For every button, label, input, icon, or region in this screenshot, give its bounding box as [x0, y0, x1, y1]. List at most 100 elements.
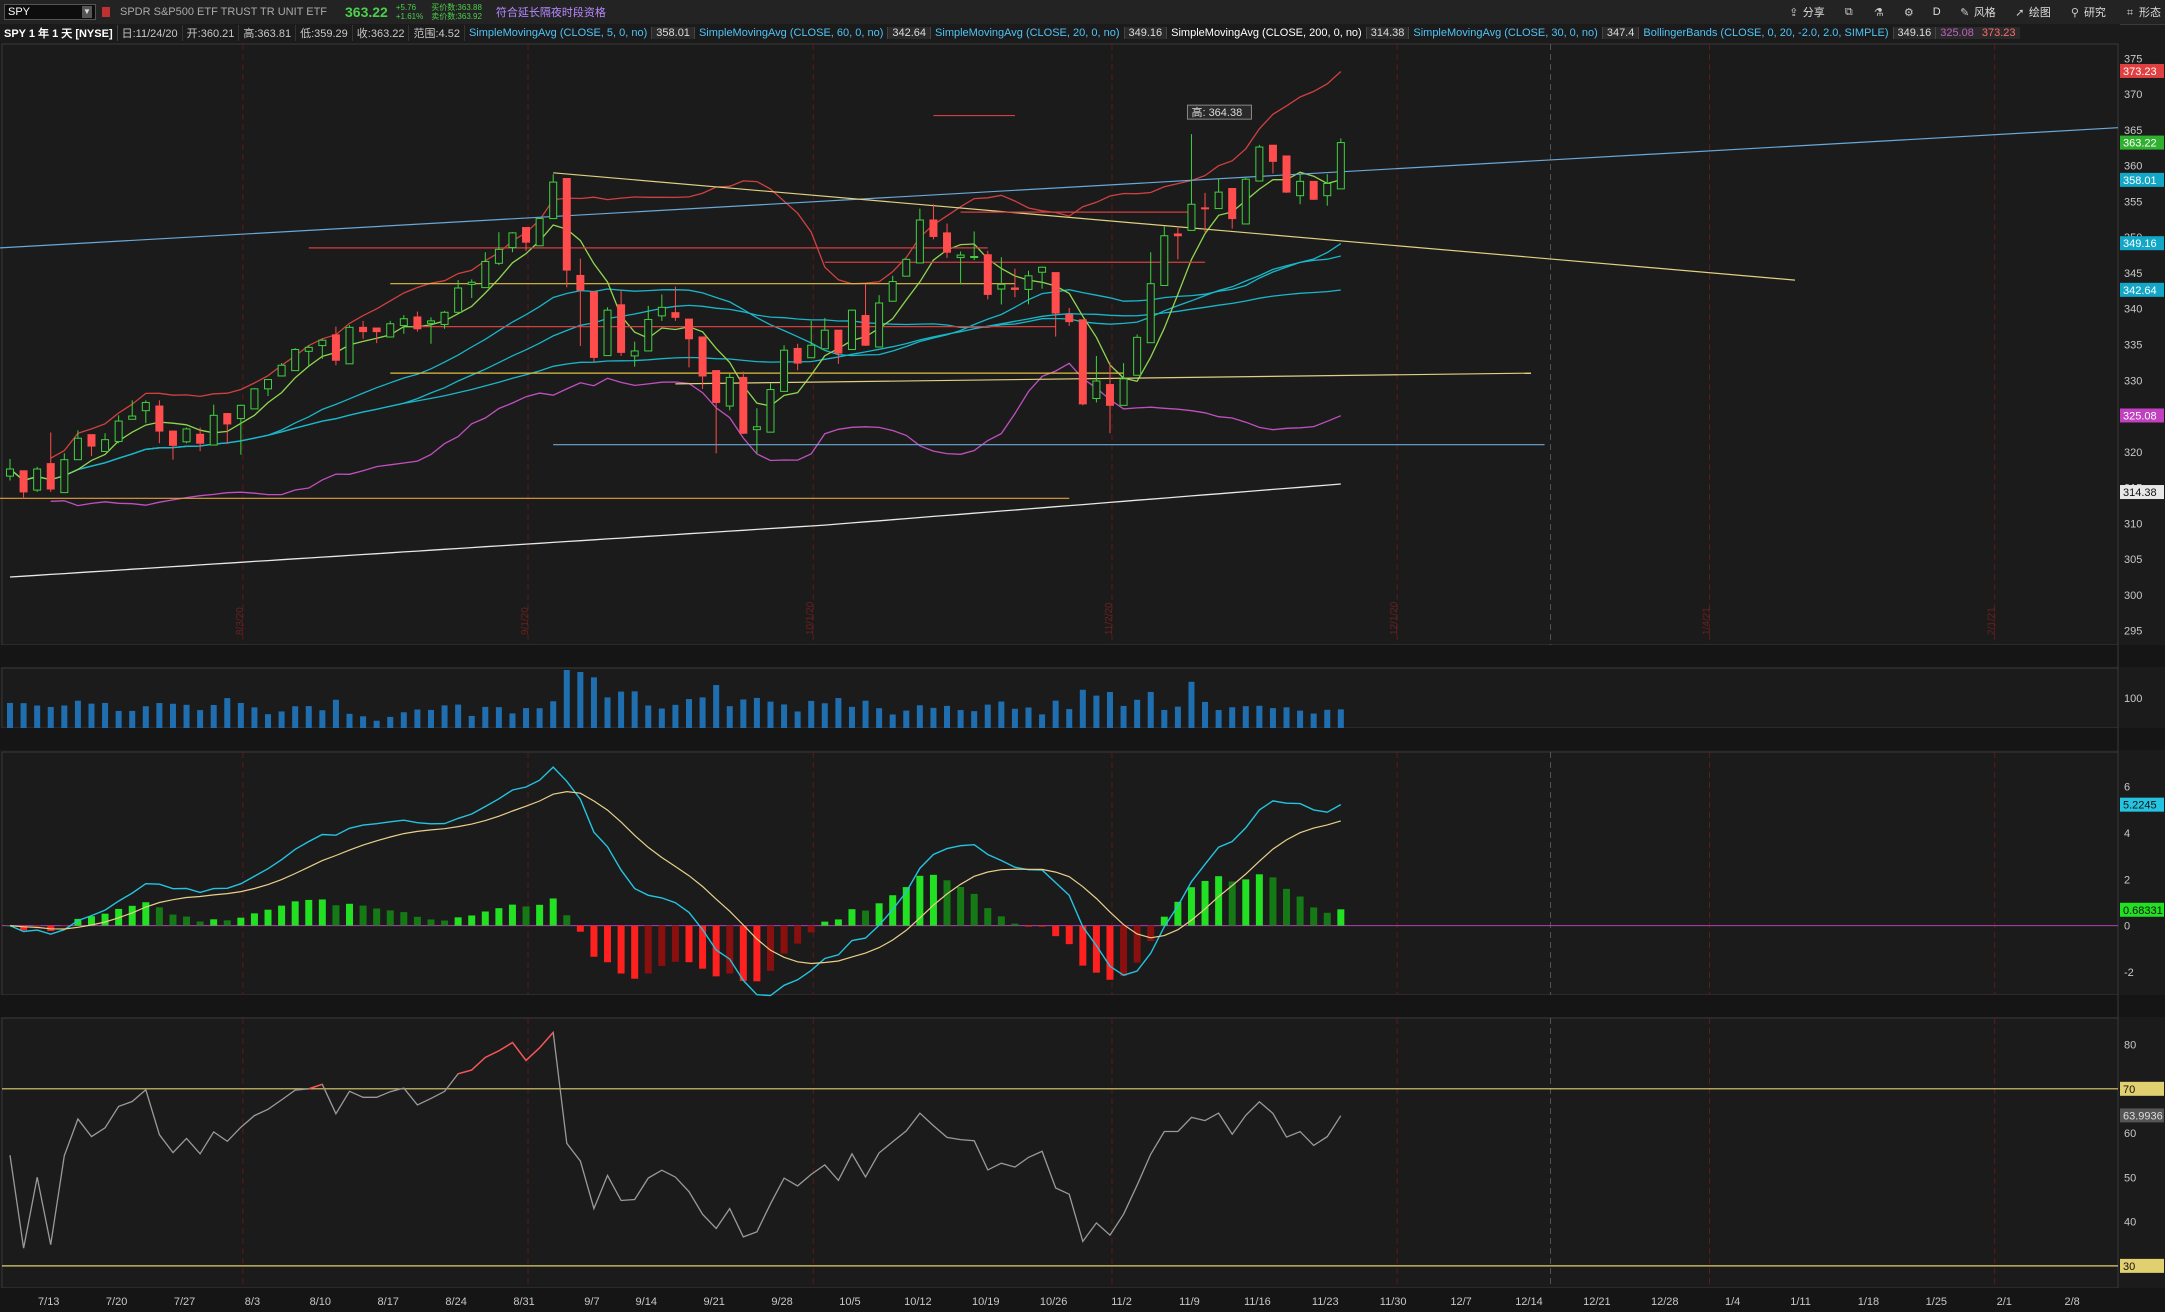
chart-type-icon: ⧉ [1844, 5, 1853, 18]
panel-separator [0, 995, 2165, 1017]
macd-histogram-bar [590, 925, 598, 957]
price-tick-label: 300 [2124, 590, 2142, 602]
macd-histogram-bar [359, 905, 367, 926]
x-axis-label: 7/27 [174, 1296, 195, 1308]
draw-button[interactable]: ➚ 绘图 [2014, 4, 2051, 20]
candle-body [1133, 336, 1142, 376]
symbol-input[interactable]: SPY ▼ [4, 4, 96, 20]
candle-body [1268, 144, 1277, 162]
pattern-icon: ⌗ [2126, 7, 2134, 19]
macd-histogram-bar [495, 908, 503, 926]
macd-histogram-bar [644, 925, 652, 974]
macd-axis-label: -2 [2124, 967, 2134, 979]
volume-bar [1174, 706, 1181, 728]
macd-histogram-bar [929, 874, 937, 926]
volume-bar [590, 677, 597, 728]
candle-body [73, 437, 82, 461]
month-date-label: 1/4/21 [1702, 607, 1713, 635]
timeframe-button[interactable]: D [1933, 6, 1941, 18]
candle-body [481, 261, 490, 289]
sma5-value: 358.01 [651, 27, 695, 39]
rsi-tag [2120, 1081, 2164, 1096]
x-axis-label: 9/7 [584, 1296, 599, 1308]
macd-histogram-bar [726, 925, 734, 974]
volume-bar [115, 710, 122, 728]
info-icon[interactable]: ! [6, 49, 20, 63]
macd-histogram-bar [115, 908, 123, 926]
macd-tag-label: 5.2245 [2123, 800, 2157, 812]
rsi-overbought-segment [308, 1083, 323, 1090]
link-color-icon[interactable] [102, 7, 110, 17]
volume-bar [930, 707, 937, 728]
candle-body [155, 405, 164, 432]
macd-histogram-bar [549, 898, 557, 926]
sma5-label[interactable]: SimpleMovingAvg (CLOSE, 5, 0, no) [465, 27, 651, 39]
candle-body [752, 426, 761, 431]
sma30-label[interactable]: SimpleMovingAvg (CLOSE, 30, 0, no) [1409, 27, 1601, 39]
bollinger-label[interactable]: BollingerBands (CLOSE, 0, 20, -2.0, 2.0,… [1639, 27, 1892, 39]
macd-histogram-bar [631, 925, 639, 979]
price-tag [2120, 408, 2164, 423]
macd-histogram-bar [210, 919, 218, 926]
sma200-label[interactable]: SimpleMovingAvg (CLOSE, 200, 0, no) [1167, 27, 1366, 39]
macd-histogram-bar [916, 875, 924, 926]
price-chart[interactable]: 8/3/20 9/1/20 10/1/20 11/2/20 12/1/20 1/4/21 2… [0, 0, 2165, 1312]
pattern-button[interactable]: ⌗ 形态 [2124, 4, 2161, 20]
sma20-label[interactable]: SimpleMovingAvg (CLOSE, 20, 0, no) [931, 27, 1123, 39]
macd-histogram-bar [33, 925, 41, 929]
x-axis-label: 1/25 [1926, 1296, 1947, 1308]
style-button[interactable]: ✎ 风格 [1959, 4, 1996, 20]
macd-histogram-bar [699, 925, 707, 969]
spdr-watermark: SPDRs [14, 76, 106, 106]
study-button[interactable]: ⚲ 研究 [2069, 4, 2106, 20]
volume-bar [658, 708, 665, 728]
volume-value: 62,103,780 [44, 651, 100, 663]
candle-body [820, 329, 829, 350]
macd-histogram-bar [889, 895, 897, 926]
x-axis-label: 8/31 [513, 1296, 534, 1308]
settings-button[interactable]: ⚙ [1903, 6, 1915, 19]
share-button[interactable]: ⇪ 分享 [1788, 4, 1825, 20]
rsi-line [9, 1030, 1342, 1249]
flask-button[interactable]: ⚗ [1873, 6, 1885, 19]
macd-histogram-bar [400, 912, 408, 926]
volume-panel-label[interactable]: 成交量 62,103,780 [0, 649, 105, 665]
macd-histogram-bar [984, 908, 992, 926]
bollinger-upper-line [50, 71, 1342, 459]
price-tag-label: 349.16 [2123, 238, 2157, 250]
rsi-panel-label[interactable]: RSI (14, 70, 30, CLOSE, WILDERS, no) 63.… [0, 1000, 280, 1016]
price-tick-label: 360 [2124, 161, 2142, 173]
bar-open: 开:360.21 [183, 25, 240, 41]
volume-bar [781, 704, 788, 728]
rsi-os: 70 [261, 1002, 275, 1014]
price-panel-frame [1, 43, 2119, 646]
volume-bar [1242, 706, 1249, 728]
chart-symbol-label[interactable]: SPY 1 年 1 天 [NYSE] [0, 25, 118, 41]
volume-bar [1202, 701, 1209, 728]
macd-histogram-bar [712, 925, 720, 977]
candle-body [902, 258, 911, 277]
candle-body [807, 344, 816, 359]
volume-bar [1229, 707, 1236, 728]
macd-histogram-bar [74, 918, 82, 926]
ext-hours-badge: 符合延长隔夜时段资格 [495, 7, 606, 19]
macd-histogram-bar [1255, 874, 1263, 926]
candle-body [943, 232, 952, 253]
macd-tag [2120, 902, 2164, 917]
symbol-dropdown-icon[interactable]: ▼ [82, 6, 92, 18]
last-price: 363.22 [345, 4, 388, 20]
candle-body [1201, 207, 1210, 210]
volume-bar [835, 698, 842, 728]
x-axis-label: 10/12 [904, 1296, 932, 1308]
volume-bar [821, 703, 828, 728]
candle-body [630, 350, 639, 357]
chart-type-button[interactable]: ⧉ [1843, 6, 1855, 19]
panel-separator [0, 645, 2165, 667]
sma60-label[interactable]: SimpleMovingAvg (CLOSE, 60, 0, no) [695, 27, 887, 39]
volume-bar [889, 714, 896, 728]
volume-bar [971, 711, 978, 728]
volume-bar [74, 700, 81, 728]
macd-histogram-bar [1310, 907, 1318, 926]
rsi-tag-label: 30 [2123, 1261, 2135, 1273]
macd-panel-label[interactable]: MACD (12, 26, 9, EXPONENTIAL, no) 5.2245… [0, 733, 334, 749]
